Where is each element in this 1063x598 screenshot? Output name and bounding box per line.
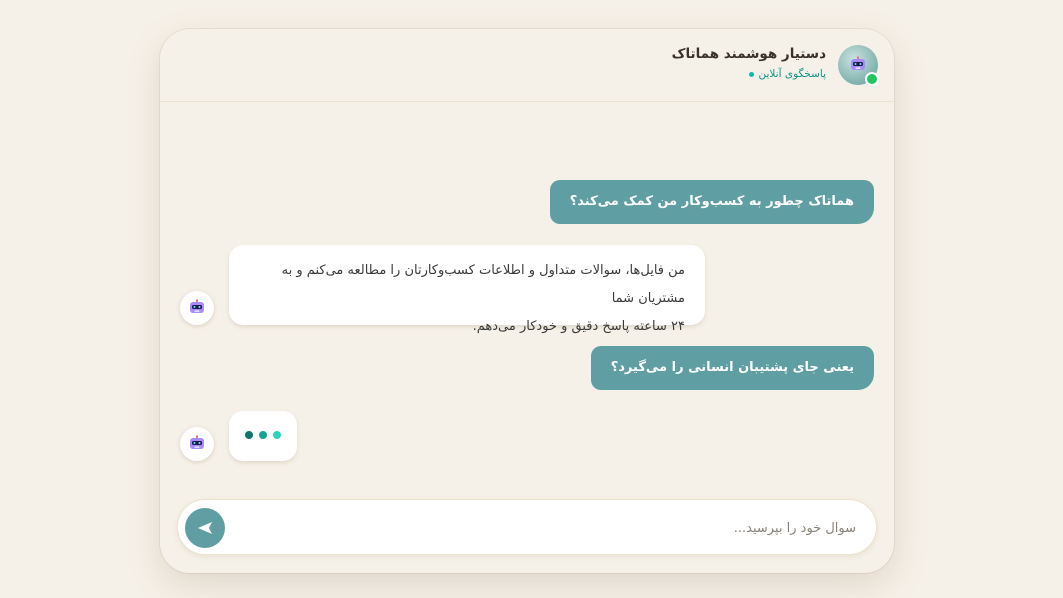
user-message: یعنی جای پشتیبان انسانی را می‌گیرد؟ xyxy=(590,346,874,390)
typing-dot xyxy=(273,431,281,439)
message-input[interactable] xyxy=(274,512,858,544)
robot-icon xyxy=(190,435,204,449)
bot-message: من فایل‌ها، سوالات متداول و اطلاعات کسب‌… xyxy=(229,245,705,334)
chat-window: دستیار هوشمند هماتاک پاسخگوی آنلاین همات… xyxy=(160,29,894,573)
bot-avatar xyxy=(180,291,214,325)
typing-dot xyxy=(245,431,253,439)
chat-header: دستیار هوشمند هماتاک پاسخگوی آنلاین xyxy=(160,29,894,102)
typing-indicator xyxy=(229,411,297,461)
user-message: هماتاک چطور به کسب‌وکار من کمک می‌کند؟ xyxy=(549,180,874,224)
typing-dot xyxy=(259,431,267,439)
message-composer xyxy=(177,499,877,555)
bot-avatar xyxy=(180,427,214,461)
online-indicator xyxy=(865,72,879,86)
assistant-status: پاسخگوی آنلاین xyxy=(748,68,827,80)
assistant-name: دستیار هوشمند هماتاک xyxy=(671,46,826,62)
bot-message-line: ۲۴ ساعته پاسخ دقیق و خودکار می‌دهم. xyxy=(472,319,685,334)
send-button[interactable] xyxy=(185,508,225,548)
status-label: پاسخگوی آنلاین xyxy=(758,68,827,80)
send-icon xyxy=(198,522,212,534)
robot-icon xyxy=(851,56,865,70)
bot-message-line: من فایل‌ها، سوالات متداول و اطلاعات کسب‌… xyxy=(281,263,685,306)
assistant-avatar xyxy=(838,45,879,86)
status-dot-icon xyxy=(748,71,754,77)
robot-icon xyxy=(190,299,204,313)
